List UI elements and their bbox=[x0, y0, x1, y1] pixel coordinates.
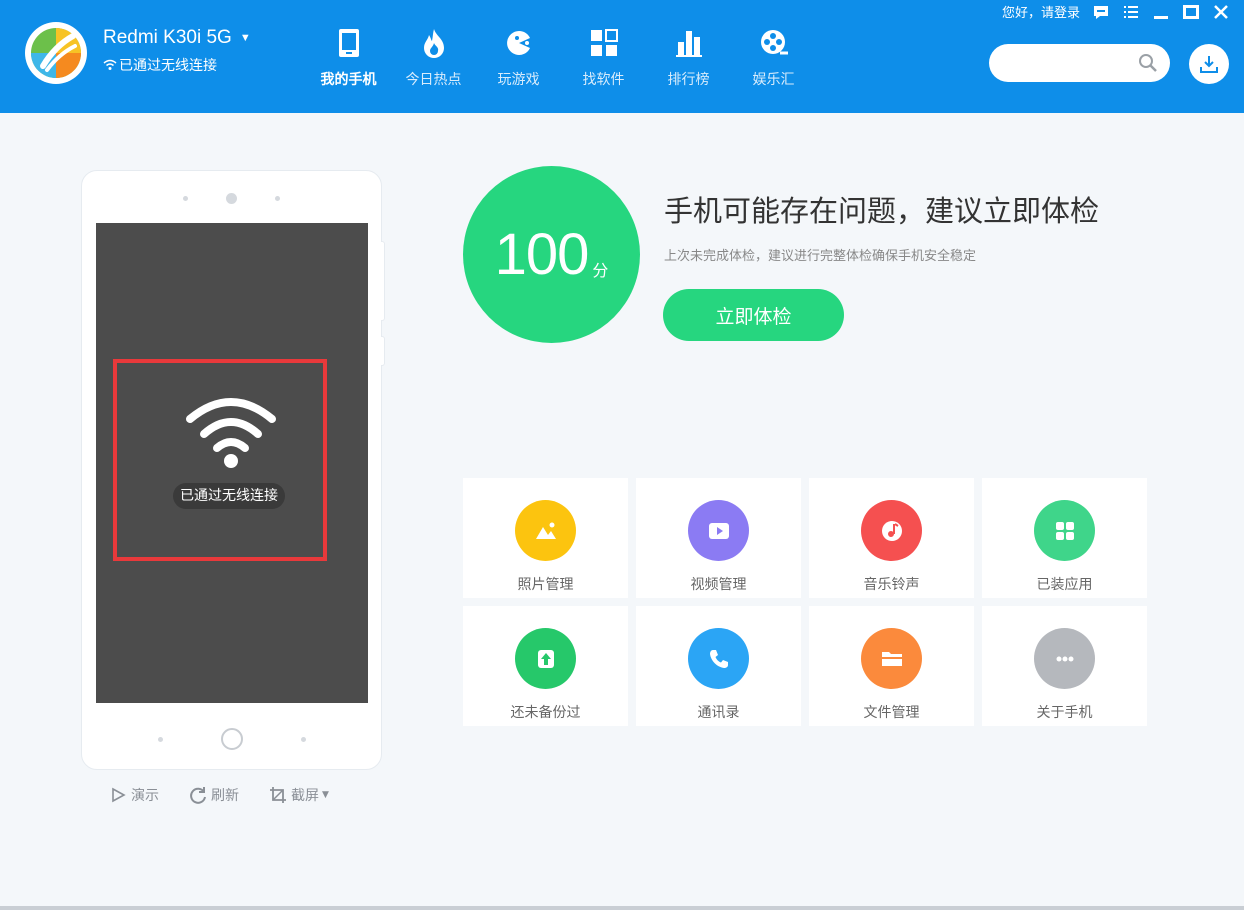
tab-label: 我的手机 bbox=[320, 72, 377, 88]
score-value: 100 bbox=[494, 222, 590, 287]
phone-screen: 已通过无线连接 bbox=[96, 223, 368, 703]
feedback-icon[interactable] bbox=[1092, 3, 1110, 21]
apps-icon bbox=[1034, 500, 1095, 561]
bottom-edge bbox=[0, 906, 1244, 910]
phone-actions: 演示 刷新 截屏 ▼ bbox=[109, 785, 359, 805]
download-icon bbox=[1200, 56, 1218, 73]
tab-today-hot[interactable]: 今日热点 bbox=[391, 26, 476, 89]
tile-photos[interactable]: 照片管理 bbox=[463, 478, 628, 598]
tile-label: 已装应用 bbox=[1036, 577, 1093, 593]
app-logo-icon bbox=[31, 28, 81, 78]
close-icon[interactable] bbox=[1212, 3, 1230, 21]
tile-files[interactable]: 文件管理 bbox=[809, 606, 974, 726]
tile-backup[interactable]: 还未备份过 bbox=[463, 606, 628, 726]
music-icon bbox=[861, 500, 922, 561]
refresh-icon bbox=[190, 787, 206, 804]
health-score: 100 分 bbox=[463, 166, 640, 343]
tile-label: 文件管理 bbox=[863, 705, 920, 721]
tile-label: 照片管理 bbox=[517, 577, 574, 593]
film-reel-icon bbox=[757, 26, 791, 60]
search-box bbox=[989, 44, 1170, 82]
tile-contacts[interactable]: 通讯录 bbox=[636, 606, 801, 726]
tile-music[interactable]: 音乐铃声 bbox=[809, 478, 974, 598]
flame-icon bbox=[417, 26, 451, 60]
wifi-icon bbox=[186, 398, 276, 468]
tab-rankings[interactable]: 排行榜 bbox=[646, 26, 731, 89]
tile-label: 通讯录 bbox=[697, 705, 740, 721]
wifi-small-icon bbox=[103, 59, 117, 70]
photo-icon bbox=[515, 500, 576, 561]
phone-top-sensors bbox=[82, 193, 381, 204]
connection-status-text: 已通过无线连接 bbox=[119, 58, 217, 74]
home-button bbox=[220, 728, 243, 750]
maximize-icon[interactable] bbox=[1182, 3, 1200, 21]
play-icon bbox=[112, 787, 126, 803]
minimize-icon[interactable] bbox=[1152, 3, 1170, 21]
refresh-label: 刷新 bbox=[211, 788, 239, 804]
tab-label: 玩游戏 bbox=[497, 72, 540, 88]
video-icon bbox=[688, 500, 749, 561]
phone-side-button bbox=[381, 241, 385, 321]
folder-icon bbox=[861, 628, 922, 689]
backup-icon bbox=[515, 628, 576, 689]
login-link[interactable]: 您好，请登录 bbox=[1002, 2, 1080, 21]
search-icon[interactable] bbox=[1138, 53, 1158, 73]
refresh-button[interactable]: 刷新 bbox=[189, 785, 239, 805]
phone-nav-bar bbox=[82, 728, 381, 750]
screenshot-label: 截屏 bbox=[291, 788, 319, 804]
top-header: Redmi K30i 5G ▼ 已通过无线连接 我的手机 今日热点 玩游戏 找软… bbox=[0, 0, 1244, 113]
tab-label: 娱乐汇 bbox=[752, 72, 795, 88]
tab-label: 找软件 bbox=[582, 72, 625, 88]
bar-chart-icon bbox=[672, 26, 706, 60]
main-nav: 我的手机 今日热点 玩游戏 找软件 排行榜 娱乐汇 bbox=[306, 26, 816, 89]
more-icon bbox=[1034, 628, 1095, 689]
tab-my-phone[interactable]: 我的手机 bbox=[306, 26, 391, 89]
demo-button[interactable]: 演示 bbox=[109, 785, 159, 805]
tab-games[interactable]: 玩游戏 bbox=[476, 26, 561, 89]
download-button[interactable] bbox=[1189, 44, 1229, 84]
score-unit: 分 bbox=[592, 260, 609, 280]
tab-entertainment[interactable]: 娱乐汇 bbox=[731, 26, 816, 89]
app-logo[interactable] bbox=[25, 22, 87, 84]
tile-label: 还未备份过 bbox=[510, 705, 581, 721]
window-controls: 您好，请登录 bbox=[1002, 2, 1230, 21]
tab-label: 排行榜 bbox=[667, 72, 710, 88]
tile-videos[interactable]: 视频管理 bbox=[636, 478, 801, 598]
feature-grid: 照片管理 视频管理 音乐铃声 已装应用 还未备份过 通讯录 文件管理 关于手机 bbox=[463, 478, 1147, 726]
screenshot-button[interactable]: 截屏 ▼ bbox=[269, 785, 329, 805]
phone-preview: 已通过无线连接 bbox=[81, 170, 385, 770]
device-name: Redmi K30i 5G bbox=[103, 27, 232, 48]
screen-status-label: 已通过无线连接 bbox=[173, 483, 285, 509]
tile-installed-apps[interactable]: 已装应用 bbox=[982, 478, 1147, 598]
connection-status: 已通过无线连接 bbox=[103, 55, 217, 75]
tile-label: 音乐铃声 bbox=[863, 577, 920, 593]
pacman-icon bbox=[502, 26, 536, 60]
score-subtitle: 上次未完成体检，建议进行完整体检确保手机安全稳定 bbox=[664, 249, 977, 264]
apps-grid-icon bbox=[587, 26, 621, 60]
menu-icon[interactable] bbox=[1122, 3, 1140, 21]
device-selector[interactable]: Redmi K30i 5G ▼ bbox=[103, 27, 251, 49]
search-input[interactable] bbox=[989, 44, 1129, 82]
crop-icon bbox=[270, 787, 286, 803]
caret-down-icon: ▼ bbox=[239, 32, 251, 44]
phone-side-button bbox=[381, 336, 385, 366]
caret-down-icon: ▼ bbox=[322, 790, 329, 800]
phone-icon bbox=[332, 26, 366, 60]
check-now-button[interactable]: 立即体检 bbox=[663, 289, 844, 341]
tile-about-phone[interactable]: 关于手机 bbox=[982, 606, 1147, 726]
score-title: 手机可能存在问题，建议立即体检 bbox=[664, 194, 1100, 228]
tile-label: 视频管理 bbox=[690, 577, 747, 593]
tab-find-apps[interactable]: 找软件 bbox=[561, 26, 646, 89]
demo-label: 演示 bbox=[131, 788, 159, 804]
tab-label: 今日热点 bbox=[405, 72, 462, 88]
tile-label: 关于手机 bbox=[1036, 705, 1093, 721]
contacts-phone-icon bbox=[688, 628, 749, 689]
